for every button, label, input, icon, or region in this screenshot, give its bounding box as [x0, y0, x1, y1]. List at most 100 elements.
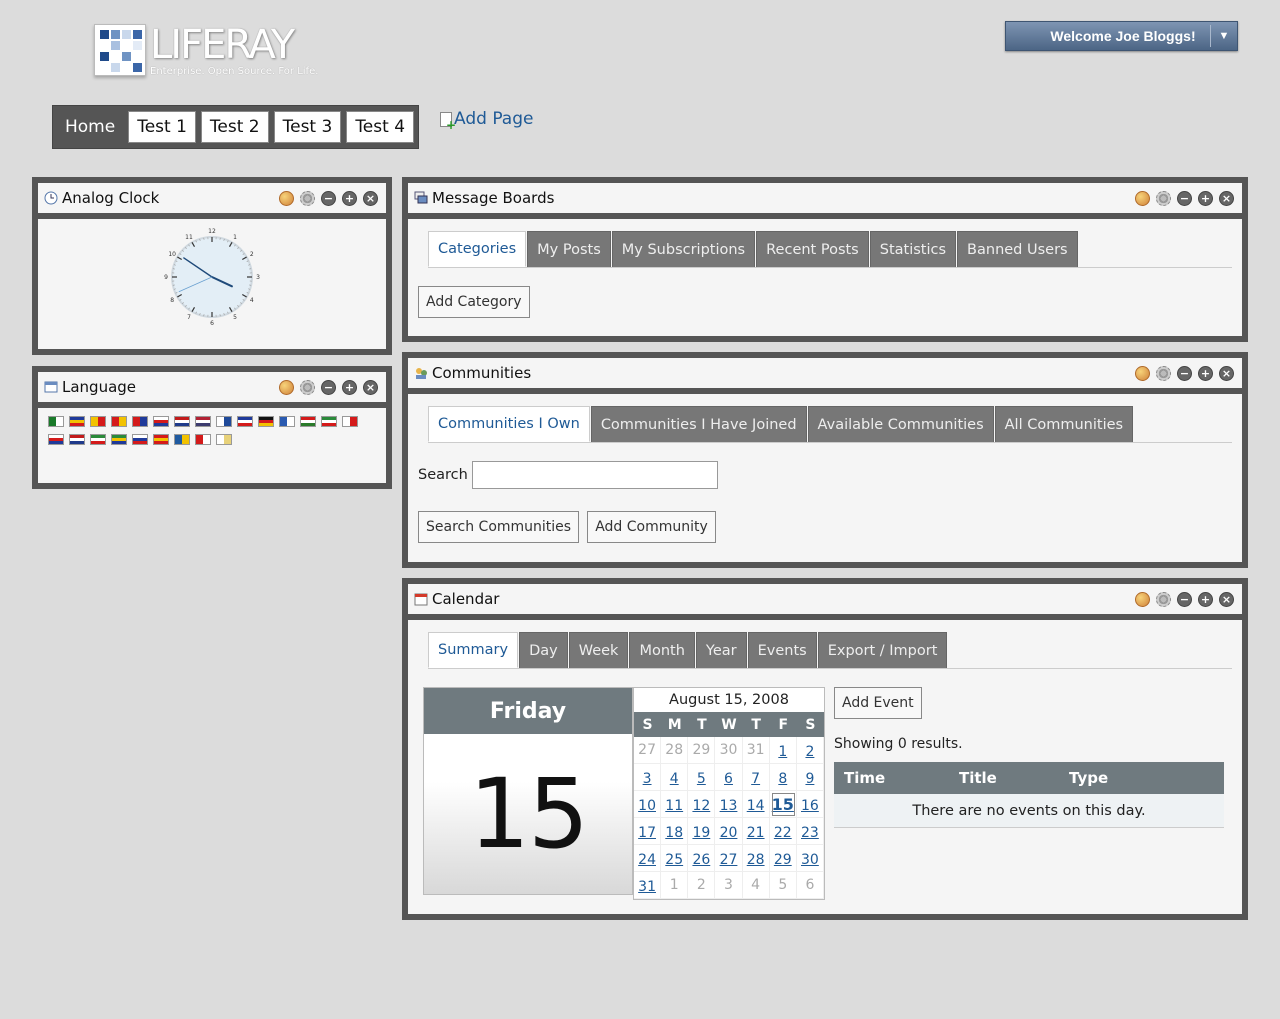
calendar-day[interactable]: 5: [688, 764, 716, 791]
tab-week[interactable]: Week: [568, 632, 629, 668]
flag-usa-icon[interactable]: [195, 416, 211, 427]
calendar-day[interactable]: 18: [661, 818, 689, 845]
maximize-icon[interactable]: +: [1198, 190, 1213, 206]
add-event-button[interactable]: Add Event: [834, 687, 922, 719]
minimize-icon[interactable]: −: [321, 190, 336, 206]
nav-tab-test-2[interactable]: Test 2: [200, 111, 269, 143]
flag-japan-icon[interactable]: [342, 416, 358, 427]
calendar-day[interactable]: 30: [796, 845, 824, 872]
search-input[interactable]: [471, 461, 718, 489]
close-icon[interactable]: ×: [1219, 591, 1234, 607]
close-icon[interactable]: ×: [363, 190, 378, 206]
chevron-down-icon[interactable]: ▼: [1211, 30, 1237, 42]
configuration-gear-icon[interactable]: [1156, 591, 1171, 607]
look-and-feel-icon[interactable]: [279, 379, 294, 395]
calendar-day[interactable]: 10: [634, 791, 662, 818]
close-icon[interactable]: ×: [363, 379, 378, 395]
flag-netherlands-icon[interactable]: [174, 416, 190, 427]
minimize-icon[interactable]: −: [1177, 190, 1192, 206]
flag-france-icon[interactable]: [237, 416, 253, 427]
tab-categories[interactable]: Categories: [428, 231, 527, 267]
nav-tab-home[interactable]: Home: [57, 111, 123, 143]
calendar-day[interactable]: 4: [661, 764, 689, 791]
flag-arabic-icon[interactable]: [48, 416, 64, 427]
flag-czech-icon[interactable]: [153, 416, 169, 427]
calendar-day[interactable]: 20: [715, 818, 743, 845]
calendar-day[interactable]: 29: [769, 845, 797, 872]
maximize-icon[interactable]: +: [1198, 591, 1213, 607]
maximize-icon[interactable]: +: [1198, 365, 1213, 381]
add-category-button[interactable]: Add Category: [418, 286, 530, 318]
look-and-feel-icon[interactable]: [1135, 365, 1150, 381]
flag-turkey-icon[interactable]: [195, 434, 211, 445]
flag-iran-icon[interactable]: [90, 434, 106, 445]
flag-germany-icon[interactable]: [258, 416, 274, 427]
flag-spain-icon[interactable]: [153, 434, 169, 445]
calendar-day[interactable]: 13: [715, 791, 743, 818]
flag-italy-icon[interactable]: [321, 416, 337, 427]
tab-export-import[interactable]: Export / Import: [817, 632, 948, 668]
flag-vietnam-yellow-icon[interactable]: [216, 434, 232, 445]
close-icon[interactable]: ×: [1219, 365, 1234, 381]
tab-summary[interactable]: Summary: [428, 632, 519, 668]
flag-sweden-icon[interactable]: [174, 434, 190, 445]
calendar-day[interactable]: 6: [715, 764, 743, 791]
tab-events[interactable]: Events: [747, 632, 817, 668]
tab-my-posts[interactable]: My Posts: [527, 231, 611, 267]
calendar-day[interactable]: 22: [769, 818, 797, 845]
configuration-gear-icon[interactable]: [300, 190, 315, 206]
nav-tab-test-4[interactable]: Test 4: [346, 111, 415, 143]
flag-catalan-andorra-icon[interactable]: [69, 416, 85, 427]
calendar-day[interactable]: 27: [715, 845, 743, 872]
flag-brazil-icon[interactable]: [111, 434, 127, 445]
tab-year[interactable]: Year: [695, 632, 747, 668]
maximize-icon[interactable]: +: [342, 190, 357, 206]
configuration-gear-icon[interactable]: [1156, 365, 1171, 381]
tab-communities-i-own[interactable]: Communities I Own: [428, 406, 590, 442]
nav-tab-test-1[interactable]: Test 1: [128, 111, 196, 143]
minimize-icon[interactable]: −: [321, 379, 336, 395]
flag-greece-icon[interactable]: [279, 416, 295, 427]
calendar-day[interactable]: 16: [796, 791, 824, 818]
nav-tab-test-3[interactable]: Test 3: [273, 111, 342, 143]
calendar-day[interactable]: 24: [634, 845, 662, 872]
minimize-icon[interactable]: −: [1177, 365, 1192, 381]
flag-korea-icon[interactable]: [48, 434, 64, 445]
calendar-day[interactable]: 2: [796, 737, 824, 764]
tab-statistics[interactable]: Statistics: [869, 231, 957, 267]
calendar-day[interactable]: 28: [742, 845, 770, 872]
tab-month[interactable]: Month: [629, 632, 695, 668]
calendar-day[interactable]: 1: [769, 737, 797, 764]
tab-recent-posts[interactable]: Recent Posts: [756, 231, 869, 267]
calendar-day[interactable]: 21: [742, 818, 770, 845]
calendar-day[interactable]: 8: [769, 764, 797, 791]
flag-hungary-icon[interactable]: [300, 416, 316, 427]
configuration-gear-icon[interactable]: [300, 379, 315, 395]
flag-russia-icon[interactable]: [132, 434, 148, 445]
minimize-icon[interactable]: −: [1177, 591, 1192, 607]
tab-communities-i-have-joined[interactable]: Communities I Have Joined: [590, 406, 807, 442]
calendar-day[interactable]: 26: [688, 845, 716, 872]
flag-taiwan-icon[interactable]: [132, 416, 148, 427]
add-community-button[interactable]: Add Community: [587, 511, 716, 543]
flag-finland-icon[interactable]: [216, 416, 232, 427]
calendar-day[interactable]: 7: [742, 764, 770, 791]
look-and-feel-icon[interactable]: [1135, 591, 1150, 607]
search-communities-button[interactable]: Search Communities: [418, 511, 580, 543]
liferay-logo[interactable]: LIFERAY Enterprise. Open Source. For Lif…: [92, 22, 318, 90]
tab-available-communities[interactable]: Available Communities: [807, 406, 994, 442]
calendar-day[interactable]: 3: [634, 764, 662, 791]
add-page-link[interactable]: Add Page: [440, 109, 533, 132]
user-menu-button[interactable]: Welcome Joe Bloggs! ▼: [1005, 21, 1238, 51]
calendar-day[interactable]: 17: [634, 818, 662, 845]
calendar-day[interactable]: 31: [634, 872, 662, 899]
tab-all-communities[interactable]: All Communities: [994, 406, 1134, 442]
calendar-day[interactable]: 23: [796, 818, 824, 845]
configuration-gear-icon[interactable]: [1156, 190, 1171, 206]
maximize-icon[interactable]: +: [342, 379, 357, 395]
look-and-feel-icon[interactable]: [279, 190, 294, 206]
close-icon[interactable]: ×: [1219, 190, 1234, 206]
calendar-day-today[interactable]: 15: [769, 791, 797, 818]
calendar-day[interactable]: 9: [796, 764, 824, 791]
tab-day[interactable]: Day: [519, 632, 568, 668]
